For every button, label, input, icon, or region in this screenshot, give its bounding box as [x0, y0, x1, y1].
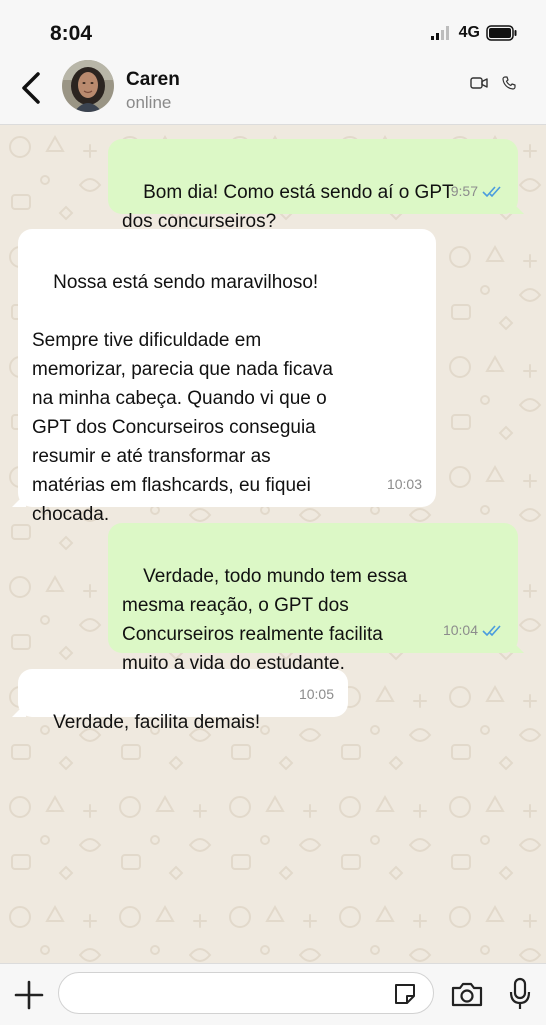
chat-header: Caren online: [0, 60, 546, 125]
chat-area[interactable]: Bom dia! Como está sendo aí o GPT dos co…: [0, 125, 546, 963]
video-call-icon[interactable]: [470, 77, 488, 89]
message-composer: [0, 963, 546, 1025]
status-indicators: 4G: [430, 24, 518, 42]
message-time: 10:03: [386, 476, 422, 492]
network-type: 4G: [458, 24, 480, 41]
message-bubble-incoming[interactable]: Nossa está sendo maravilhoso! Sempre tiv…: [12, 229, 436, 525]
message-bubble-outgoing[interactable]: Bom dia! Como está sendo aí o GPT dos co…: [108, 139, 524, 232]
battery-icon: [486, 25, 517, 41]
contact-avatar[interactable]: [62, 60, 114, 112]
camera-icon[interactable]: [450, 980, 484, 1008]
plus-icon[interactable]: [12, 978, 46, 1012]
status-time: 8:04: [50, 22, 93, 45]
read-receipt-icon: [482, 185, 501, 197]
message-input[interactable]: [58, 972, 434, 1014]
status-bar: 8:04 4G: [0, 0, 546, 60]
sticker-icon[interactable]: [392, 981, 418, 1007]
contact-status: online: [126, 93, 172, 112]
message-time: 9:57: [450, 183, 478, 199]
read-receipt-icon: [482, 624, 501, 636]
phone-call-icon[interactable]: [502, 76, 516, 90]
message-text: Nossa está sendo maravilhoso! Sempre tiv…: [32, 272, 333, 525]
message-bubble-outgoing[interactable]: Verdade, todo mundo tem essa mesma reaçã…: [108, 523, 524, 674]
back-arrow-icon[interactable]: [18, 68, 46, 108]
message-bubble-incoming[interactable]: Verdade, facilita demais! 10:05: [12, 669, 348, 733]
message-time: 10:04: [442, 622, 478, 638]
message-text: Verdade, facilita demais!: [53, 712, 261, 733]
signal-icon: [430, 26, 449, 40]
microphone-icon[interactable]: [508, 977, 532, 1011]
message-time: 10:05: [298, 686, 334, 702]
contact-name[interactable]: Caren: [126, 69, 180, 91]
